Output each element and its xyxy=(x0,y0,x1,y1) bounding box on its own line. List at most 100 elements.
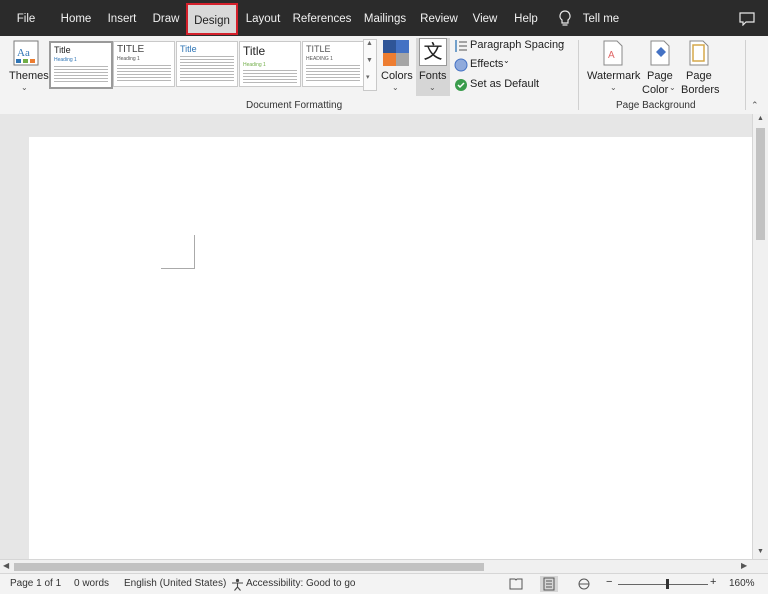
style-set-lines xyxy=(306,63,360,83)
word-count[interactable]: 0 words xyxy=(74,578,109,589)
chevron-down-icon: ⌄ xyxy=(503,56,510,65)
zoom-level[interactable]: 160% xyxy=(729,578,755,589)
fonts-button[interactable]: 文 Fonts ⌄ xyxy=(416,38,450,96)
paragraph-spacing-button[interactable]: Paragraph Spacing ⌄ xyxy=(453,37,571,54)
page-color-icon xyxy=(650,40,670,66)
chevron-down-icon: ⌄ xyxy=(392,83,399,92)
document-canvas xyxy=(0,114,752,577)
vertical-scroll-thumb[interactable] xyxy=(756,128,765,240)
tab-mailings[interactable]: Mailings xyxy=(360,0,410,36)
style-set-3[interactable]: Title xyxy=(176,41,238,87)
style-set-2[interactable]: TITLE Heading 1 xyxy=(113,41,175,87)
page-borders-label: Page xyxy=(686,70,712,82)
style-set-5[interactable]: TITLE HEADING 1 xyxy=(302,41,364,87)
set-as-default-label: Set as Default xyxy=(470,78,540,90)
margin-corner-mark xyxy=(161,235,195,269)
checkmark-icon xyxy=(455,79,467,91)
zoom-slider[interactable] xyxy=(618,584,708,585)
svg-text:Aa: Aa xyxy=(17,47,30,59)
horizontal-scrollbar[interactable]: ◀ ▶ xyxy=(0,559,768,574)
language-indicator[interactable]: English (United States) xyxy=(124,578,226,589)
scroll-up-icon[interactable]: ▲ xyxy=(757,115,764,122)
comments-icon[interactable] xyxy=(739,12,755,26)
group-label-document-formatting: Document Formatting xyxy=(246,100,343,111)
group-separator xyxy=(578,40,579,110)
style-set-lines xyxy=(243,68,297,83)
horizontal-scroll-thumb[interactable] xyxy=(14,563,484,571)
group-separator xyxy=(745,40,746,110)
color-palette-icon xyxy=(383,40,409,66)
accessibility-status[interactable]: Accessibility: Good to go xyxy=(246,578,356,589)
lightbulb-icon[interactable] xyxy=(558,10,572,28)
watermark-button[interactable]: A Watermark ⌄ xyxy=(585,38,641,96)
style-set-title: TITLE xyxy=(306,44,331,54)
chevron-down-icon: ⌄ xyxy=(610,83,617,92)
print-layout-icon[interactable] xyxy=(540,576,558,592)
chevron-down-icon: ⌄ xyxy=(559,37,566,46)
tell-me-search[interactable]: Tell me xyxy=(578,0,624,36)
style-set-heading: HEADING 1 xyxy=(306,56,333,62)
page-color-label-2: Color xyxy=(642,84,669,96)
watermark-icon: A xyxy=(603,40,623,66)
effects-button[interactable]: Effects ⌄ xyxy=(453,56,523,73)
page-borders-button[interactable]: Page Borders xyxy=(680,38,720,96)
style-set-heading: Heading 1 xyxy=(54,57,77,63)
status-bar: Page 1 of 1 0 words English (United Stat… xyxy=(0,573,768,594)
tab-insert[interactable]: Insert xyxy=(104,0,140,36)
scroll-right-icon[interactable]: ▶ xyxy=(741,561,747,570)
gallery-scroll: ▲ ▼ ▾ xyxy=(363,39,377,91)
gallery-more-icon[interactable]: ▾ xyxy=(366,73,370,81)
tab-view[interactable]: View xyxy=(468,0,502,36)
tab-draw[interactable]: Draw xyxy=(148,0,184,36)
tab-references[interactable]: References xyxy=(292,0,352,36)
themes-label: Themes xyxy=(9,70,49,82)
tab-review[interactable]: Review xyxy=(419,0,459,36)
page-count[interactable]: Page 1 of 1 xyxy=(10,578,61,589)
paragraph-spacing-icon xyxy=(455,40,467,52)
tab-design[interactable]: Design xyxy=(186,3,238,35)
watermark-label: Watermark xyxy=(587,70,641,82)
style-set-1[interactable]: Title Heading 1 xyxy=(49,41,113,89)
themes-button[interactable]: Aa Themes ⌄ xyxy=(5,38,49,96)
web-layout-icon[interactable] xyxy=(578,578,592,590)
vertical-scrollbar[interactable]: ▲ ▼ xyxy=(752,114,768,559)
document-page[interactable] xyxy=(29,137,752,577)
gallery-up-icon[interactable]: ▲ xyxy=(366,40,373,47)
ribbon-design: Aa Themes ⌄ Title Heading 1 TITLE Headin… xyxy=(0,36,768,115)
page-color-button[interactable]: Page Color ⌄ xyxy=(642,38,676,96)
tab-help[interactable]: Help xyxy=(510,0,542,36)
chevron-down-icon: ⌄ xyxy=(669,83,676,92)
chevron-down-icon: ⌄ xyxy=(21,83,28,92)
page-borders-label-2: Borders xyxy=(681,84,720,96)
fonts-icon: 文 xyxy=(419,38,447,66)
zoom-in-button[interactable]: + xyxy=(710,576,716,588)
page-color-label: Page xyxy=(647,70,673,82)
scroll-left-icon[interactable]: ◀ xyxy=(3,561,9,570)
group-label-page-background: Page Background xyxy=(616,100,696,111)
tab-layout[interactable]: Layout xyxy=(243,0,283,36)
style-set-heading: Heading 1 xyxy=(117,56,140,62)
zoom-slider-thumb[interactable] xyxy=(666,579,669,589)
style-set-title: Title xyxy=(243,44,266,58)
tab-home[interactable]: Home xyxy=(56,0,96,36)
collapse-ribbon-icon[interactable]: ⌃ xyxy=(751,100,759,111)
style-set-lines xyxy=(54,64,108,84)
style-set-4[interactable]: Title Heading 1 xyxy=(239,41,301,87)
colors-label: Colors xyxy=(381,70,413,82)
tab-file[interactable]: File xyxy=(10,0,42,36)
chevron-down-icon: ⌄ xyxy=(429,83,436,92)
paragraph-spacing-label: Paragraph Spacing xyxy=(470,39,565,51)
effects-icon xyxy=(454,58,468,72)
style-set-lines xyxy=(180,54,234,82)
colors-button[interactable]: Colors ⌄ xyxy=(380,38,414,96)
style-set-title: Title xyxy=(180,44,197,54)
read-mode-icon[interactable] xyxy=(509,578,523,590)
zoom-out-button[interactable]: − xyxy=(606,576,612,588)
set-as-default-button[interactable]: Set as Default xyxy=(453,77,543,93)
style-set-title: Title xyxy=(54,45,71,55)
accessibility-icon xyxy=(232,578,243,591)
gallery-down-icon[interactable]: ▼ xyxy=(366,57,373,64)
scroll-down-icon[interactable]: ▼ xyxy=(757,548,764,555)
page-borders-icon xyxy=(689,40,709,66)
svg-text:A: A xyxy=(608,50,615,61)
